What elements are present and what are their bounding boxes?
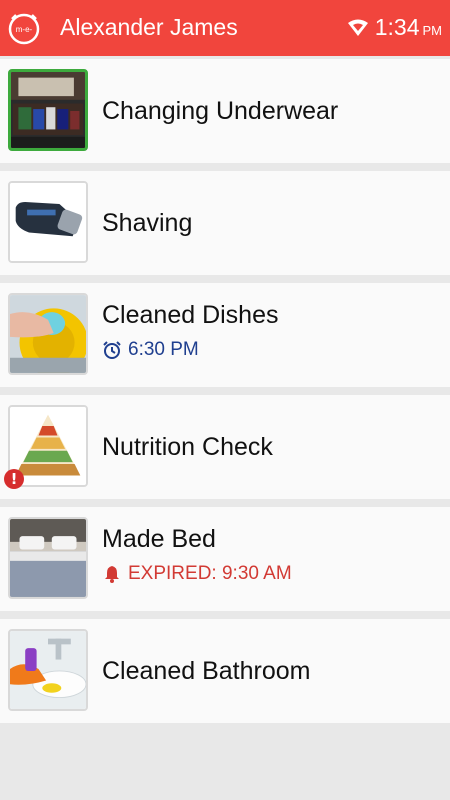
task-title: Shaving (102, 209, 193, 237)
clock-time: 1:34 (374, 14, 420, 40)
task-row-nutrition-check[interactable]: ! Nutrition Check (0, 395, 450, 499)
svg-text:m-e-: m-e- (16, 25, 33, 34)
bed-photo (8, 517, 88, 599)
app-title: Alexander James (60, 14, 238, 40)
task-expired-notice: EXPIRED: 9:30 AM (102, 563, 292, 585)
electric-shaver-photo (8, 181, 88, 263)
clock-ampm: PM (422, 23, 443, 38)
sink-cleaning-photo (8, 629, 88, 711)
task-time-reminder: 6:30 PM (102, 339, 199, 361)
task-title: Made Bed (102, 525, 216, 553)
task-expired-text: EXPIRED: 9:30 AM (128, 563, 292, 584)
task-row-made-bed[interactable]: Made Bed EXPIRED: 9:30 AM (0, 507, 450, 611)
status-area: 1:34 PM (347, 14, 442, 42)
dish-washing-photo (8, 293, 88, 375)
alarm-clock-icon (103, 341, 121, 359)
app-bar: m-e- Alexander James 1:34 PM (0, 0, 450, 56)
bell-icon (105, 566, 119, 583)
task-title: Cleaned Bathroom (102, 657, 311, 685)
task-row-cleaned-bathroom[interactable]: Cleaned Bathroom (0, 619, 450, 723)
task-title: Cleaned Dishes (102, 301, 279, 329)
drawer-photo (8, 69, 88, 151)
task-row-shaving[interactable]: Shaving (0, 171, 450, 275)
task-title: Nutrition Check (102, 433, 273, 461)
app-logo[interactable]: m-e- (6, 10, 42, 46)
task-row-cleaned-dishes[interactable]: Cleaned Dishes 6:30 PM (0, 283, 450, 387)
task-title: Changing Underwear (102, 97, 339, 125)
task-time: 6:30 PM (128, 339, 199, 360)
wifi-icon (347, 19, 368, 36)
task-row-changing-underwear[interactable]: Changing Underwear (0, 59, 450, 163)
warning-badge: ! (4, 469, 24, 489)
